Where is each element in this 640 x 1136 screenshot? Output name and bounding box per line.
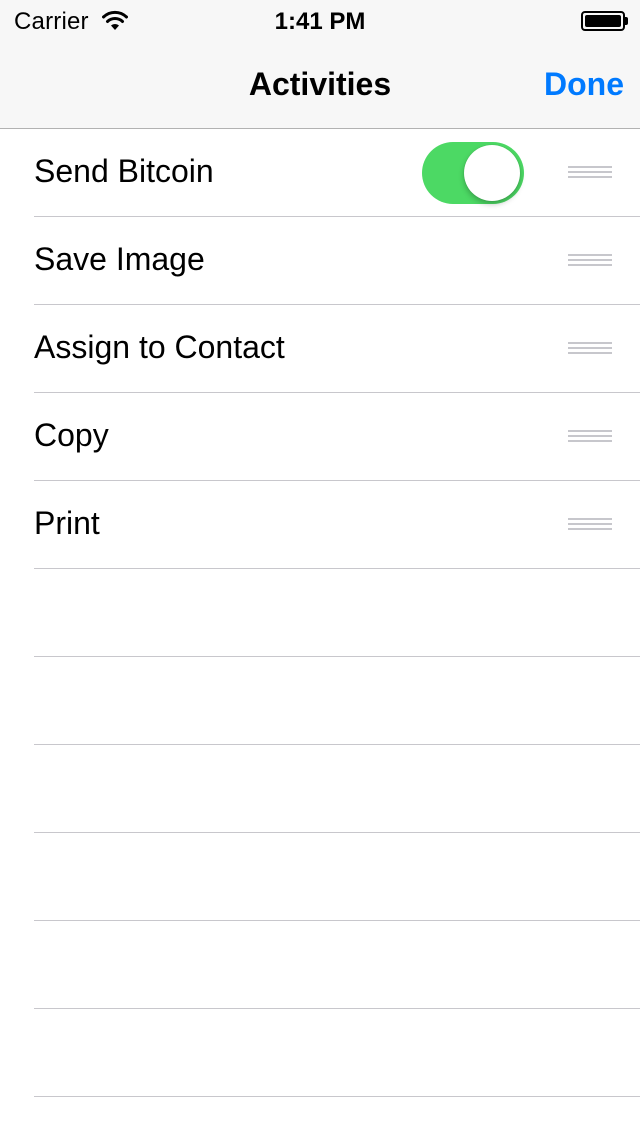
- reorder-handle-icon[interactable]: [568, 342, 612, 356]
- activity-row[interactable]: Copy: [0, 393, 640, 481]
- activity-label: Assign to Contact: [34, 329, 285, 365]
- status-time: 1:41 PM: [274, 8, 366, 35]
- activities-list: Send Bitcoin Save Image Assign to Contact C…: [0, 129, 640, 1097]
- reorder-handle-icon[interactable]: [568, 430, 612, 444]
- empty-row: [0, 921, 640, 1009]
- battery-icon: [581, 11, 629, 31]
- activity-label: Print: [34, 505, 100, 541]
- activity-row[interactable]: Assign to Contact: [0, 305, 640, 393]
- activity-toggle[interactable]: [422, 142, 524, 204]
- empty-row: [0, 657, 640, 745]
- activity-label: Send Bitcoin: [34, 153, 214, 189]
- empty-row: [0, 1009, 640, 1097]
- reorder-handle-icon[interactable]: [568, 518, 612, 532]
- status-bar: Carrier 1:41 PM: [0, 0, 640, 40]
- activity-row[interactable]: Send Bitcoin: [0, 129, 640, 217]
- empty-row: [0, 833, 640, 921]
- done-button[interactable]: Done: [544, 66, 624, 103]
- toggle-knob: [464, 145, 520, 201]
- navigation-bar: Activities Done: [0, 40, 640, 129]
- activity-label: Copy: [34, 417, 109, 453]
- reorder-handle-icon[interactable]: [568, 254, 612, 268]
- empty-row: [0, 745, 640, 833]
- reorder-handle-icon[interactable]: [568, 166, 612, 180]
- activity-row[interactable]: Print: [0, 481, 640, 569]
- empty-row: [0, 569, 640, 657]
- activity-label: Save Image: [34, 241, 205, 277]
- activity-row[interactable]: Save Image: [0, 217, 640, 305]
